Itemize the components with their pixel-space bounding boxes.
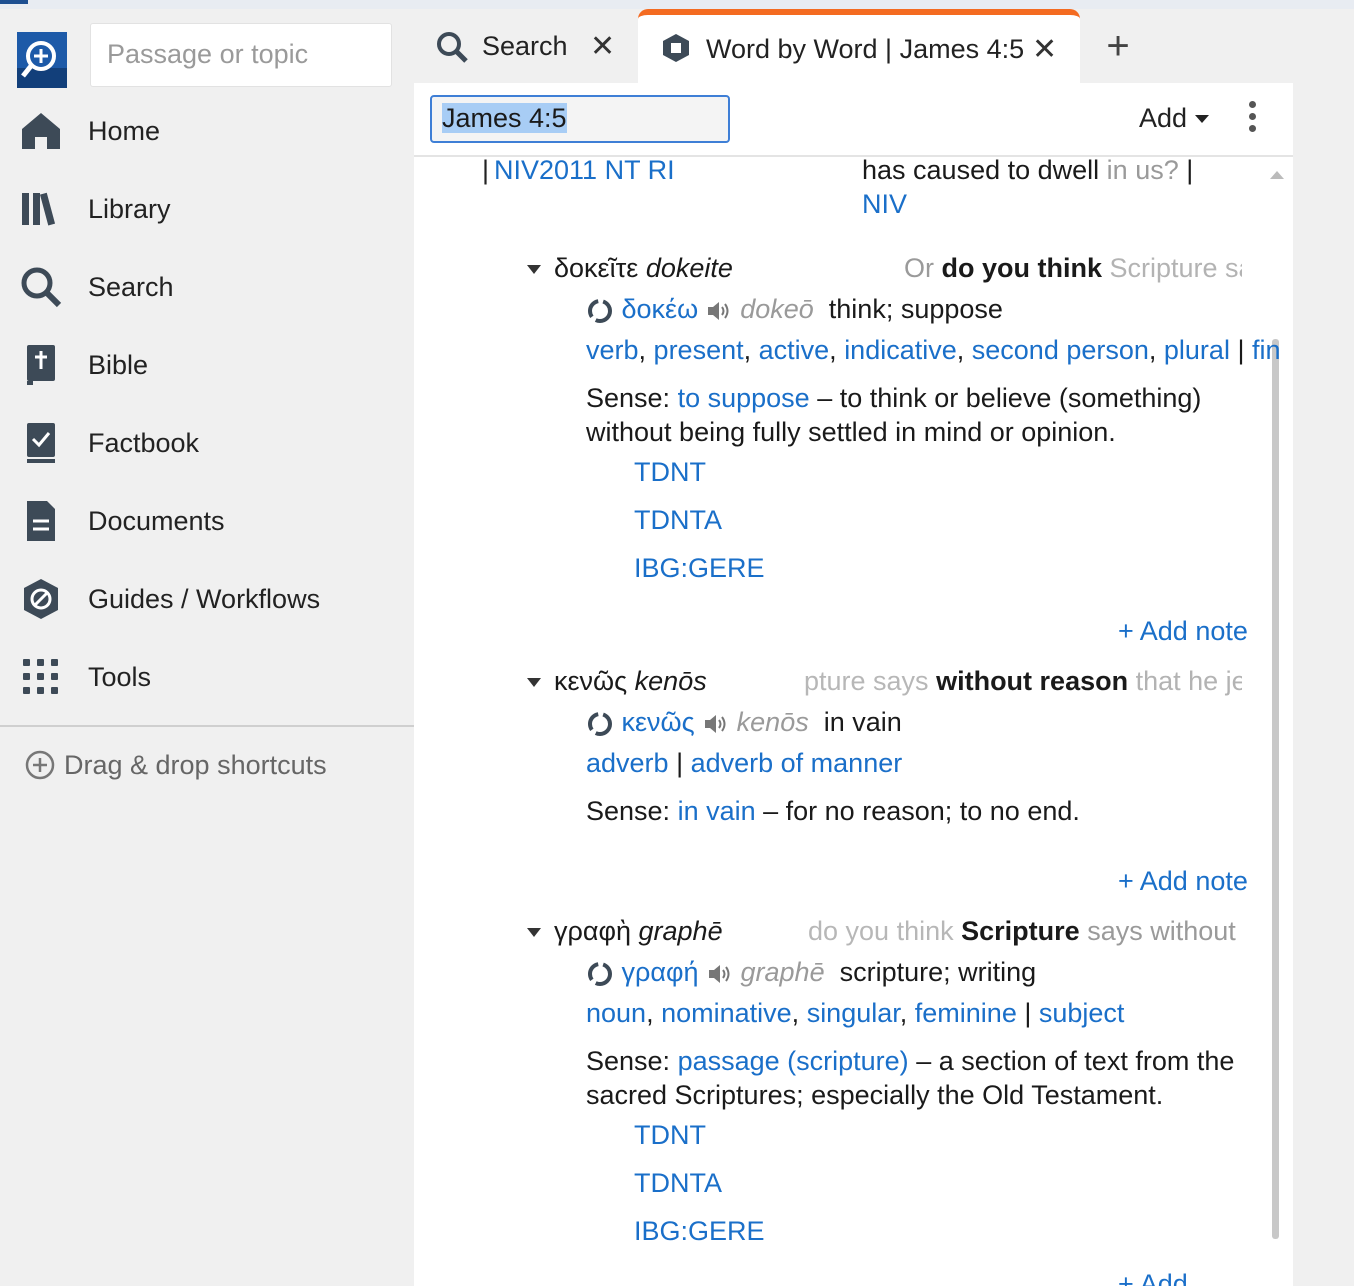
lemma-cycle-icon[interactable] (586, 960, 614, 988)
sense-row: Sense: in vain – for no reason; to no en… (586, 796, 1080, 826)
morph-row: verb, present, active, indicative, secon… (586, 335, 1281, 365)
sidebar-item-tools[interactable]: Tools (0, 647, 414, 707)
sidebar-divider (0, 725, 414, 727)
sidebar-item-label: Search (88, 271, 174, 302)
sidebar-item-label: Guides / Workflows (88, 583, 321, 614)
window-top-blob (0, 0, 28, 4)
drag-drop-label: Drag & drop shortcuts (64, 749, 327, 780)
sidebar-item-guides[interactable]: Guides / Workflows (0, 569, 414, 629)
sidebar-item-label: Factbook (88, 427, 200, 458)
sidebar-item-library[interactable]: Library (0, 179, 414, 239)
collapse-triangle-icon[interactable] (527, 928, 541, 937)
lemma-link[interactable]: κενῶς (622, 707, 695, 737)
close-icon[interactable]: ✕ (590, 29, 615, 64)
sidebar-item-label: Home (88, 115, 161, 146)
tab-word-by-word-label: Word by Word | James 4:5 (706, 33, 1025, 64)
search-icon (18, 264, 64, 310)
speaker-icon[interactable] (707, 963, 733, 985)
sidebar-item-factbook[interactable]: Factbook (0, 413, 414, 473)
ref-link[interactable]: TDNTA (634, 1168, 722, 1199)
add-note-link[interactable]: + Add note (1118, 866, 1248, 897)
sidebar-item-label: Library (88, 193, 171, 224)
search-icon (437, 32, 468, 63)
tools-icon (18, 654, 64, 700)
documents-icon (18, 498, 64, 544)
tab-word-by-word[interactable]: Word by Word | James 4:5 ✕ (638, 9, 1080, 83)
reference-value: James 4:5 (442, 103, 567, 133)
sidebar-item-label: Bible (88, 349, 149, 380)
scrollbar-thumb[interactable] (1272, 339, 1279, 1239)
reference-input[interactable]: James 4:5 (430, 95, 730, 143)
book-icon (663, 34, 689, 62)
ref-link[interactable]: IBG:GERE (634, 1216, 765, 1247)
morph-row: adverb | adverb of manner (586, 748, 903, 778)
version-bar: | (482, 159, 490, 185)
sidebar-item-home[interactable]: Home (0, 101, 414, 161)
ref-link[interactable]: TDNT (634, 457, 706, 488)
ref-link[interactable]: TDNTA (634, 505, 722, 536)
lemma-link[interactable]: δοκέω (622, 294, 699, 324)
greek-word: κενῶς kenōs (554, 666, 707, 696)
close-icon[interactable]: ✕ (1032, 32, 1057, 67)
guides-icon (18, 576, 64, 622)
drag-drop-shortcuts[interactable]: Drag & drop shortcuts (24, 749, 327, 781)
collapse-triangle-icon[interactable] (527, 678, 541, 687)
sidebar-item-bible[interactable]: Bible (0, 335, 414, 395)
lemma-link[interactable]: γραφή (622, 957, 699, 987)
add-note-link[interactable]: + Add note (1118, 616, 1248, 647)
sense-row: Sense: to suppose – to think or believe … (586, 383, 1202, 413)
word-list: | NIV2011 NT RI has caused to dwell in u… (414, 159, 1293, 1286)
panel-toolbar: James 4:5 Add (414, 83, 1293, 157)
bible-icon (18, 342, 64, 388)
context-snippet: pture says without reason that he jea (804, 666, 1242, 696)
sidebar-item-label: Documents (88, 505, 225, 536)
lemma-row: κενῶς kenōs in vain (586, 707, 902, 738)
sense-row: Sense: passage (scripture) – a section o… (586, 1046, 1235, 1076)
lemma-cycle-icon[interactable] (586, 710, 614, 738)
sidebar-item-documents[interactable]: Documents (0, 491, 414, 551)
add-button[interactable]: Add (1139, 103, 1210, 134)
speaker-icon[interactable] (703, 713, 729, 735)
sidebar-item-search[interactable]: Search (0, 257, 414, 317)
context-snippet: do you think Scripture says without (808, 916, 1236, 946)
passage-input[interactable]: Passage or topic (90, 23, 392, 87)
add-tab-button[interactable]: + (1098, 24, 1138, 70)
collapse-triangle-icon[interactable] (527, 265, 541, 274)
greek-word: δοκεῖτε dokeite (554, 253, 733, 283)
factbook-icon (18, 420, 64, 466)
lemma-row: γραφή graphē scripture; writing (586, 957, 1036, 988)
scroll-up-arrow[interactable] (1270, 171, 1284, 179)
sidebar: Passage or topic Home Library Search Bib… (0, 9, 414, 1286)
greek-word: γραφὴ graphē (554, 916, 723, 946)
more-menu-icon[interactable] (1246, 101, 1258, 139)
home-icon (18, 108, 64, 154)
logos-logo-icon[interactable] (17, 32, 67, 88)
chevron-down-icon (1195, 114, 1210, 123)
verse-text: has caused to dwell in us? | (862, 159, 1194, 185)
morph-row: noun, nominative, singular, feminine | s… (586, 998, 1125, 1028)
sidebar-item-label: Tools (88, 661, 152, 692)
lemma-row: δοκέω dokeō think; suppose (586, 294, 1003, 325)
add-button-label: Add (1139, 103, 1188, 133)
lemma-cycle-icon[interactable] (586, 297, 614, 325)
tab-search[interactable]: Search ✕ (414, 9, 638, 83)
verse-version-link[interactable]: NIV (862, 189, 907, 220)
ref-link[interactable]: IBG:GERE (634, 553, 765, 584)
window-top-strip (0, 0, 1354, 9)
sense-row-cont: sacred Scriptures; especially the Old Te… (586, 1080, 1164, 1110)
word-by-word-panel: James 4:5 Add | NIV2011 NT RI has caused… (414, 83, 1293, 1286)
context-snippet: Or do you think Scripture sa (904, 253, 1242, 283)
library-icon (18, 186, 64, 232)
add-note-link[interactable]: + Add (1118, 1269, 1188, 1286)
sense-row-cont: without being fully settled in mind or o… (586, 417, 1116, 447)
add-circle-icon (25, 750, 55, 780)
version-link[interactable]: NIV2011 NT RI (494, 159, 675, 186)
ref-link[interactable]: TDNT (634, 1120, 706, 1151)
speaker-icon[interactable] (706, 300, 732, 322)
tab-search-label: Search (482, 30, 568, 61)
